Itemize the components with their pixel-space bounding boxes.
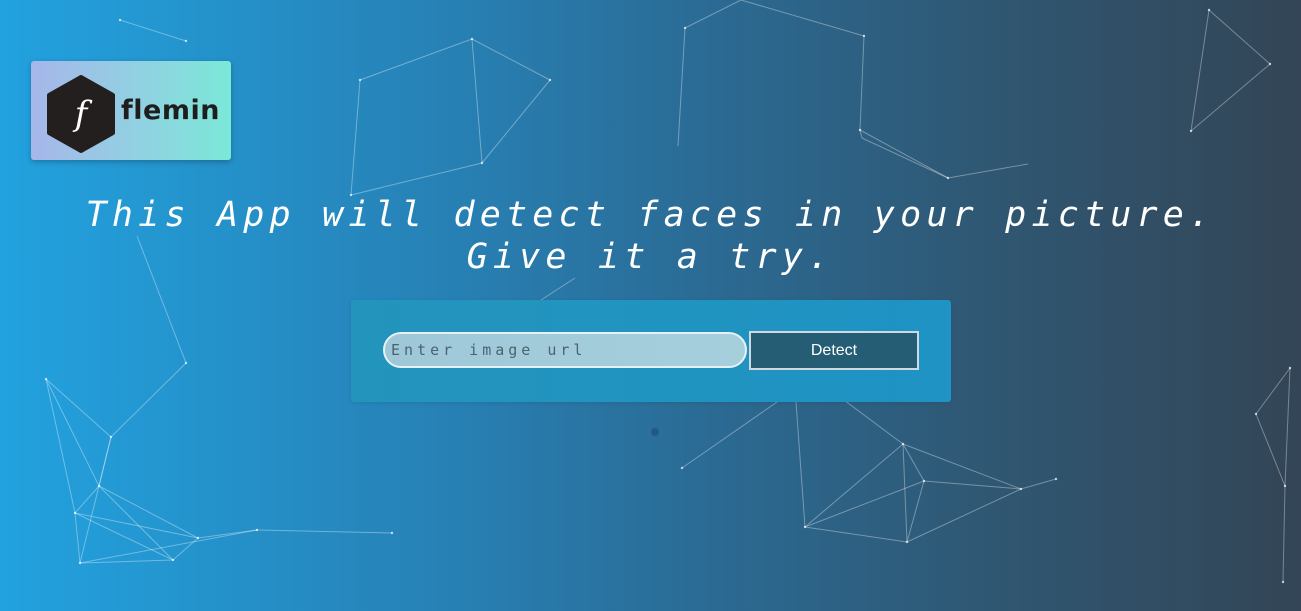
brand-logo-card[interactable]: f flemin [31, 61, 231, 160]
detect-button[interactable]: Detect [749, 331, 919, 370]
hero-heading-line-2: Give it a try. [466, 237, 835, 277]
detect-form-panel: Detect [351, 300, 951, 402]
logo-hexagon-icon: f [47, 75, 115, 153]
brand-name: flemin [121, 95, 220, 126]
image-url-input[interactable] [383, 332, 747, 368]
hero-heading-line-1: This App will detect faces in your pictu… [85, 195, 1216, 235]
